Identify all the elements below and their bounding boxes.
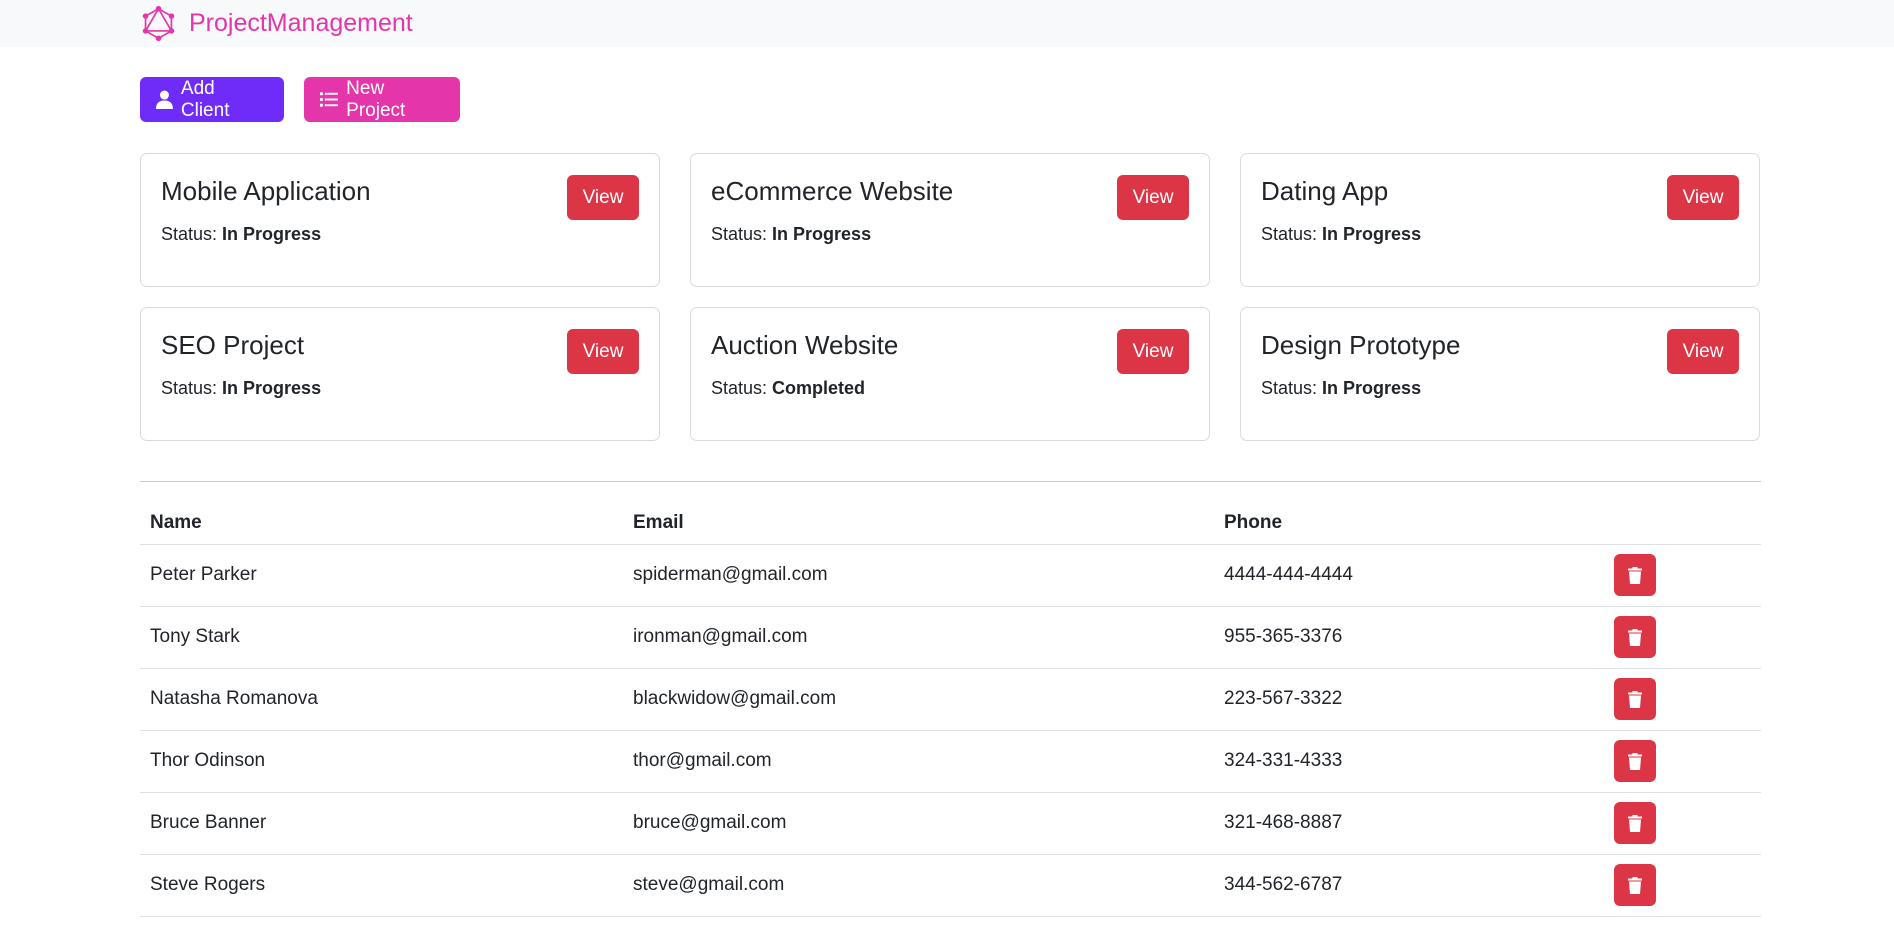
client-email: spiderman@gmail.com bbox=[623, 543, 1214, 606]
table-row: Bruce Banner bruce@gmail.com 321-468-888… bbox=[140, 791, 1761, 854]
action-buttons: Add Client New Project bbox=[140, 77, 1760, 122]
project-card: Mobile Application Status: In Progress V… bbox=[140, 153, 660, 287]
client-actions bbox=[1606, 791, 1761, 854]
graphql-logo-icon bbox=[142, 5, 175, 42]
main-container: Add Client New Project Mobile Applicatio… bbox=[140, 47, 1761, 917]
status-label: Status: bbox=[161, 378, 218, 398]
header-phone: Phone bbox=[1224, 511, 1283, 533]
client-email: ironman@gmail.com bbox=[623, 605, 1214, 668]
user-icon bbox=[156, 90, 173, 109]
status-value: In Progress bbox=[222, 378, 322, 398]
project-card: eCommerce Website Status: In Progress Vi… bbox=[690, 153, 1210, 287]
delete-client-button[interactable] bbox=[1614, 864, 1656, 906]
project-status: Status: In Progress bbox=[711, 224, 871, 245]
header-actions bbox=[1606, 502, 1761, 544]
delete-client-button[interactable] bbox=[1614, 802, 1656, 844]
table-row: Thor Odinson thor@gmail.com 324-331-4333 bbox=[140, 729, 1761, 792]
client-name: Steve Rogers bbox=[140, 853, 623, 917]
status-label: Status: bbox=[711, 378, 768, 398]
view-project-button[interactable]: View bbox=[1117, 175, 1189, 220]
trash-icon bbox=[1628, 690, 1642, 708]
project-cards: Mobile Application Status: In Progress V… bbox=[140, 153, 1760, 441]
trash-icon bbox=[1628, 566, 1642, 584]
status-label: Status: bbox=[711, 224, 768, 244]
client-actions bbox=[1606, 667, 1761, 730]
delete-client-button[interactable] bbox=[1614, 554, 1656, 596]
delete-client-button[interactable] bbox=[1614, 616, 1656, 658]
project-status: Status: Completed bbox=[711, 378, 865, 399]
client-email: blackwidow@gmail.com bbox=[623, 667, 1214, 730]
delete-client-button[interactable] bbox=[1614, 740, 1656, 782]
table-row: Natasha Romanova blackwidow@gmail.com 22… bbox=[140, 667, 1761, 730]
project-title: SEO Project bbox=[161, 330, 305, 360]
client-name: Natasha Romanova bbox=[140, 667, 623, 730]
status-value: In Progress bbox=[772, 224, 872, 244]
trash-icon bbox=[1628, 814, 1642, 832]
project-title: eCommerce Website bbox=[711, 176, 954, 206]
client-actions bbox=[1606, 605, 1761, 668]
client-phone: 344-562-6787 bbox=[1214, 853, 1606, 917]
client-email: bruce@gmail.com bbox=[623, 791, 1214, 854]
client-name: Tony Stark bbox=[140, 605, 623, 668]
project-card: Dating App Status: In Progress View bbox=[1240, 153, 1760, 287]
brand-name: ProjectManagement bbox=[189, 9, 413, 37]
status-label: Status: bbox=[1261, 224, 1318, 244]
view-project-button[interactable]: View bbox=[1117, 329, 1189, 374]
view-project-button[interactable]: View bbox=[1667, 175, 1739, 220]
table-row: Tony Stark ironman@gmail.com 955-365-337… bbox=[140, 605, 1761, 668]
project-card: Auction Website Status: Completed View bbox=[690, 307, 1210, 441]
status-value: In Progress bbox=[1322, 224, 1422, 244]
client-email: thor@gmail.com bbox=[623, 729, 1214, 792]
status-value: Completed bbox=[772, 378, 866, 398]
project-title: Dating App bbox=[1261, 176, 1389, 206]
project-status: Status: In Progress bbox=[161, 378, 321, 399]
client-name: Peter Parker bbox=[140, 543, 623, 606]
view-project-button[interactable]: View bbox=[567, 175, 639, 220]
new-project-button[interactable]: New Project bbox=[304, 77, 460, 122]
list-icon bbox=[320, 92, 339, 107]
header-email: Email bbox=[633, 511, 684, 533]
client-phone: 4444-444-4444 bbox=[1214, 543, 1606, 606]
status-label: Status: bbox=[1261, 378, 1318, 398]
header-name: Name bbox=[150, 511, 202, 533]
status-value: In Progress bbox=[1322, 378, 1422, 398]
client-phone: 324-331-4333 bbox=[1214, 729, 1606, 792]
client-name: Thor Odinson bbox=[140, 729, 623, 792]
status-label: Status: bbox=[161, 224, 218, 244]
project-card: Design Prototype Status: In Progress Vie… bbox=[1240, 307, 1760, 441]
client-actions bbox=[1606, 543, 1761, 606]
table-header-row: Name Email Phone bbox=[140, 502, 1761, 544]
client-actions bbox=[1606, 729, 1761, 792]
section-divider bbox=[140, 481, 1761, 482]
clients-table: Name Email Phone Peter Parker spiderman@… bbox=[140, 502, 1761, 917]
trash-icon bbox=[1628, 628, 1642, 646]
table-row: Peter Parker spiderman@gmail.com 4444-44… bbox=[140, 543, 1761, 606]
client-phone: 223-567-3322 bbox=[1214, 667, 1606, 730]
project-card: SEO Project Status: In Progress View bbox=[140, 307, 660, 441]
view-project-button[interactable]: View bbox=[567, 329, 639, 374]
trash-icon bbox=[1628, 876, 1642, 894]
project-status: Status: In Progress bbox=[1261, 378, 1421, 399]
client-email: steve@gmail.com bbox=[623, 853, 1214, 917]
project-title: Mobile Application bbox=[161, 176, 371, 206]
add-client-label: Add Client bbox=[180, 77, 230, 121]
project-title: Design Prototype bbox=[1261, 330, 1461, 360]
status-value: In Progress bbox=[222, 224, 322, 244]
view-project-button[interactable]: View bbox=[1667, 329, 1739, 374]
add-client-button[interactable]: Add Client bbox=[140, 77, 284, 122]
project-title: Auction Website bbox=[711, 330, 899, 360]
navbar: ProjectManagement bbox=[0, 0, 1894, 47]
project-status: Status: In Progress bbox=[1261, 224, 1421, 245]
new-project-label: New Project bbox=[346, 77, 406, 121]
brand-link[interactable]: ProjectManagement bbox=[140, 5, 413, 42]
client-name: Bruce Banner bbox=[140, 791, 623, 854]
table-row: Steve Rogers steve@gmail.com 344-562-678… bbox=[140, 853, 1761, 917]
client-phone: 955-365-3376 bbox=[1214, 605, 1606, 668]
project-status: Status: In Progress bbox=[161, 224, 321, 245]
delete-client-button[interactable] bbox=[1614, 678, 1656, 720]
client-actions bbox=[1606, 853, 1761, 917]
trash-icon bbox=[1628, 752, 1642, 770]
client-phone: 321-468-8887 bbox=[1214, 791, 1606, 854]
